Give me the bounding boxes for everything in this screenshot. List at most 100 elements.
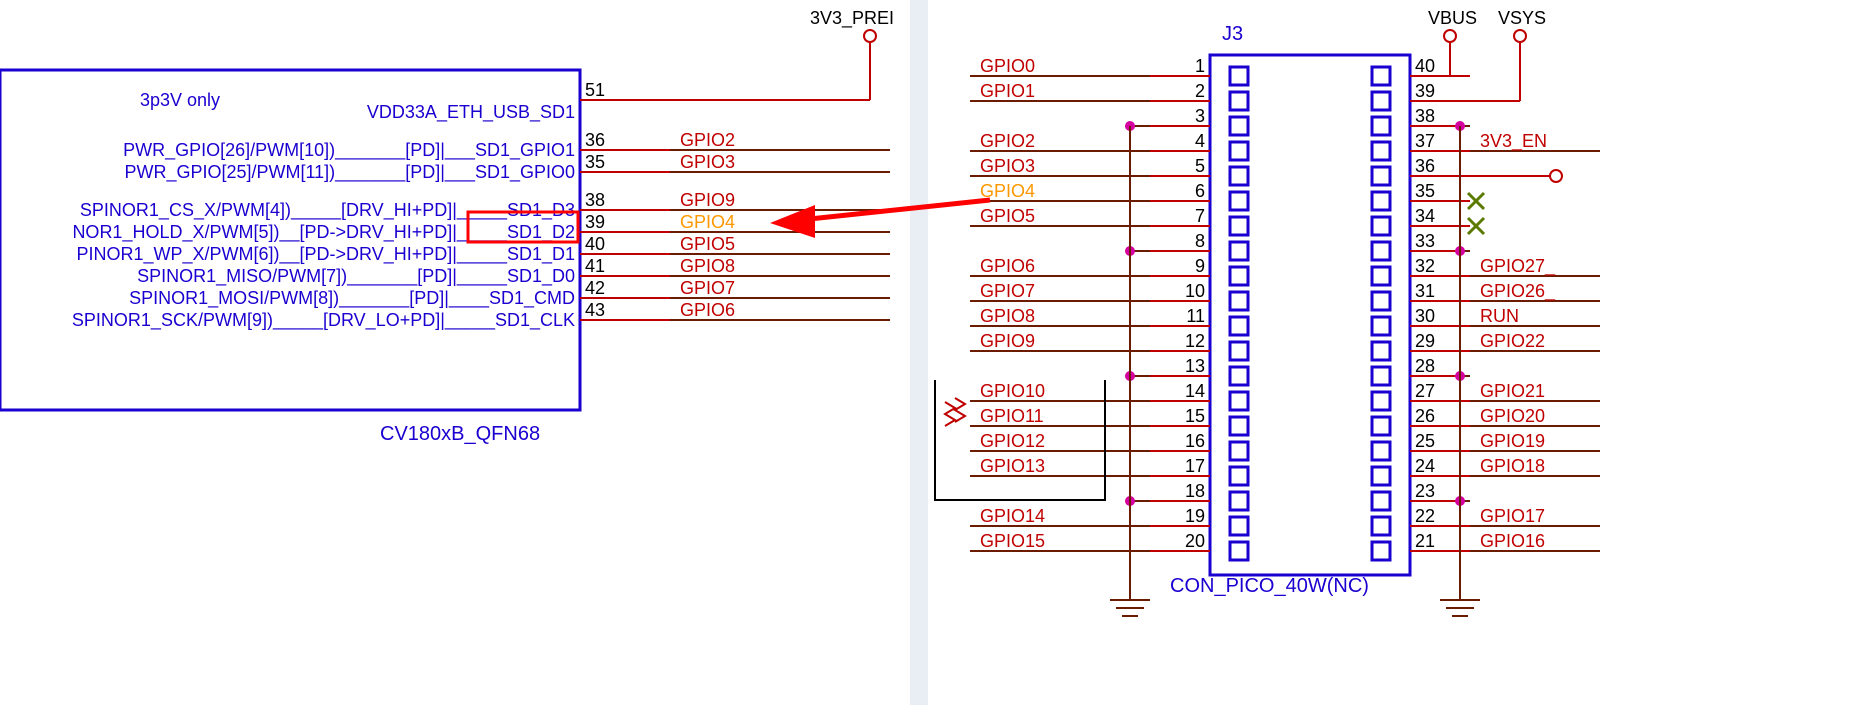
netlabel: GPIO12 — [980, 431, 1045, 451]
page-divider — [910, 0, 928, 705]
pinnum: 34 — [1415, 206, 1435, 226]
netlabel: GPIO3 — [680, 152, 735, 172]
pinnum: 42 — [585, 278, 605, 298]
pinfunc: SPINOR1_MOSI/PWM[8])_______[PD]|____SD1_… — [129, 288, 575, 309]
pad — [1372, 92, 1390, 110]
netlabel: GPIO2 — [680, 130, 735, 150]
pinnum: 22 — [1415, 506, 1435, 526]
pinnum: 39 — [1415, 81, 1435, 101]
pad — [1230, 167, 1248, 185]
pinnum: 12 — [1185, 331, 1205, 351]
pinnum: 5 — [1195, 156, 1205, 176]
pad — [1230, 417, 1248, 435]
pinnum: 28 — [1415, 356, 1435, 376]
right-component: J3 CON_PICO_40W(NC) 1GPIO02GPIO134GPIO25… — [935, 8, 1600, 616]
pinnum: 19 — [1185, 506, 1205, 526]
pinnum: 21 — [1415, 531, 1435, 551]
netlabel: GPIO8 — [680, 256, 735, 276]
pinnum: 10 — [1185, 281, 1205, 301]
pad — [1372, 242, 1390, 260]
pinnum: 24 — [1415, 456, 1435, 476]
pinnum: 41 — [585, 256, 605, 276]
pinfunc: NOR1_HOLD_X/PWM[5])__[PD->DRV_HI+PD]|___… — [72, 222, 575, 243]
pinnum: 20 — [1185, 531, 1205, 551]
pad — [1230, 242, 1248, 260]
pinnum: 43 — [585, 300, 605, 320]
vbus-power: VBUS — [1428, 8, 1477, 76]
pad — [1230, 292, 1248, 310]
pad — [1372, 367, 1390, 385]
netlabel: GPIO14 — [980, 506, 1045, 526]
pad — [1372, 317, 1390, 335]
pad — [1372, 142, 1390, 160]
pad — [1230, 392, 1248, 410]
pad — [1372, 542, 1390, 560]
pad — [1372, 167, 1390, 185]
pad — [1230, 342, 1248, 360]
pinnum: 40 — [1415, 56, 1435, 76]
netlabel: GPIO6 — [680, 300, 735, 320]
pad — [1230, 117, 1248, 135]
j3-partname: CON_PICO_40W(NC) — [1170, 575, 1369, 597]
pad — [1230, 192, 1248, 210]
pinnum: 14 — [1185, 381, 1205, 401]
netlabel: GPIO11 — [980, 406, 1044, 426]
netlabel: GPIO5 — [980, 206, 1035, 226]
vdd-power-label: 3V3_PREI — [810, 8, 894, 29]
pinnum: 11 — [1186, 306, 1205, 326]
netlabel: GPIO8 — [980, 306, 1035, 326]
netlabel: GPIO7 — [980, 281, 1035, 301]
pad — [1372, 342, 1390, 360]
netlabel: GPIO2 — [980, 131, 1035, 151]
netlabel: GPIO20 — [1480, 406, 1545, 426]
left-partname: CV180xB_QFN68 — [380, 423, 540, 445]
pad — [1230, 542, 1248, 560]
pinnum: 30 — [1415, 306, 1435, 326]
pinnum: 23 — [1415, 481, 1435, 501]
pad — [1372, 442, 1390, 460]
pinnum: 33 — [1415, 231, 1435, 251]
vbus-power-icon — [1444, 30, 1456, 42]
gnd-left — [1110, 560, 1150, 616]
vdd-power-icon — [864, 30, 876, 42]
netlabel: GPIO16 — [1480, 531, 1545, 551]
pad — [1230, 92, 1248, 110]
pad — [1230, 367, 1248, 385]
netlabel: GPIO18 — [1480, 456, 1545, 476]
pad — [1372, 117, 1390, 135]
netlabel: GPIO26_ — [1480, 281, 1556, 302]
pinnum: 13 — [1185, 356, 1205, 376]
netlabel: RUN — [1480, 306, 1519, 326]
pinfunc: PINOR1_WP_X/PWM[6])__[PD->DRV_HI+PD]|___… — [76, 244, 575, 265]
netlabel: GPIO13 — [980, 456, 1045, 476]
left-title: 3p3V only — [140, 90, 220, 110]
netlabel: GPIO21 — [1480, 381, 1545, 401]
netlabel: GPIO9 — [980, 331, 1035, 351]
pinnum: 18 — [1185, 481, 1205, 501]
vdd-row: VDD33A_ETH_USB_SD1 51 3V3_PREI — [367, 8, 894, 123]
vdd-pin: 51 — [585, 80, 605, 100]
gnd-right — [1440, 560, 1480, 616]
pad — [1372, 267, 1390, 285]
vsys-label: VSYS — [1498, 8, 1546, 28]
pinnum: 26 — [1415, 406, 1435, 426]
pad — [1372, 492, 1390, 510]
pinnum: 3 — [1195, 106, 1205, 126]
netlabel: GPIO1 — [980, 81, 1035, 101]
pinnum: 25 — [1415, 431, 1435, 451]
pinnum: 16 — [1185, 431, 1205, 451]
netlabel: GPIO3 — [980, 156, 1035, 176]
pinfunc: SPINOR1_MISO/PWM[7])_______[PD]|_____SD1… — [137, 266, 575, 287]
netlabel: GPIO27_ — [1480, 256, 1556, 277]
netlabel: GPIO4 — [680, 212, 735, 232]
netlabel: GPIO10 — [980, 381, 1045, 401]
netlabel: GPIO19 — [1480, 431, 1545, 451]
pinnum: 9 — [1195, 256, 1205, 276]
pinnum: 1 — [1195, 56, 1205, 76]
netlabel: GPIO22 — [1480, 331, 1545, 351]
pad — [1372, 467, 1390, 485]
pinnum: 4 — [1195, 131, 1205, 151]
pinnum: 38 — [1415, 106, 1435, 126]
pad — [1230, 267, 1248, 285]
pinfunc: PWR_GPIO[26]/PWM[10])_______[PD]|___SD1_… — [123, 140, 575, 161]
